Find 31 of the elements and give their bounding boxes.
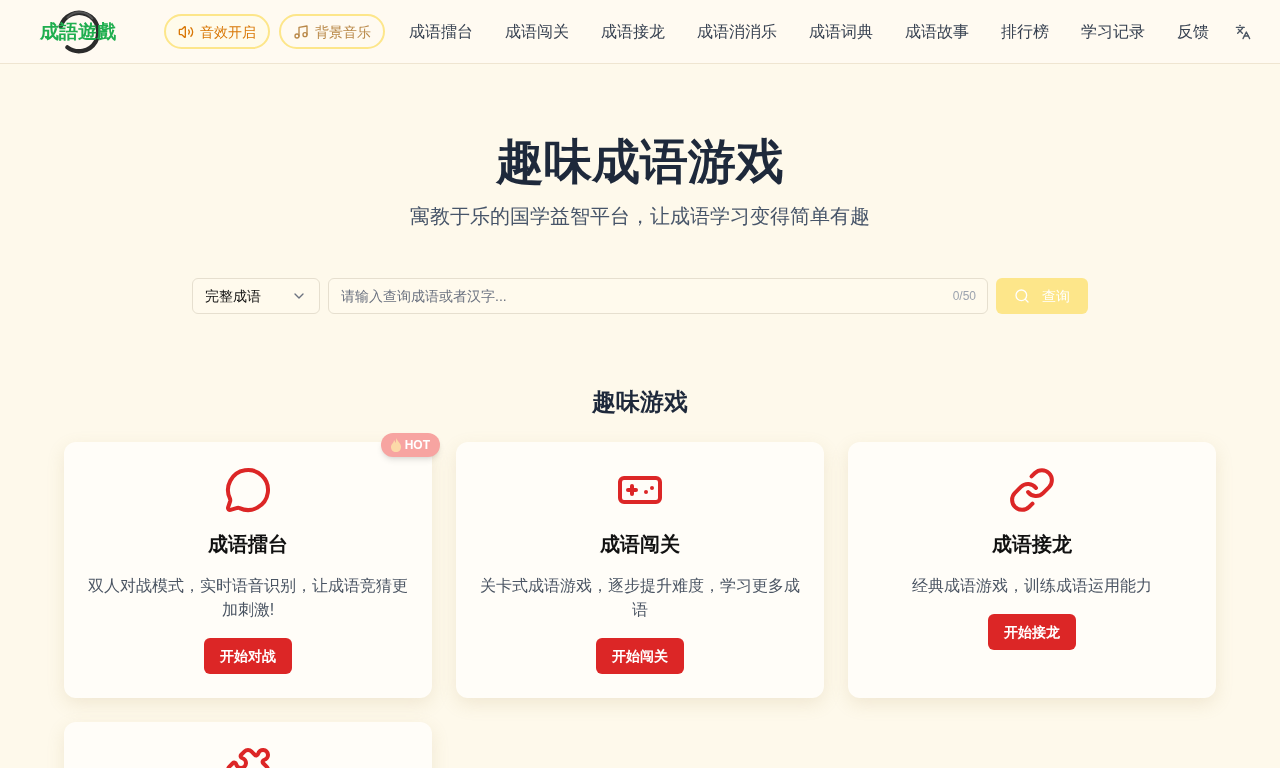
character-counter: 0/50 (952, 288, 976, 304)
section-title: 趣味游戏 (592, 387, 688, 417)
nav-link[interactable]: 成语接龙 (601, 19, 665, 44)
search-mode-select[interactable]: 完整成语 (192, 278, 320, 314)
speech-bubble-icon (224, 466, 272, 514)
page-title: 趣味成语游戏 (496, 138, 784, 186)
chain-link-icon (1008, 466, 1056, 514)
translate-icon[interactable] (1235, 23, 1251, 40)
nav-link[interactable]: 学习记录 (1081, 19, 1145, 44)
nav-link[interactable]: 排行榜 (1001, 19, 1049, 44)
page-subtitle: 寓教于乐的国学益智平台，让成语学习变得简单有趣 (410, 204, 870, 229)
nav-link[interactable]: 成语消消乐 (697, 19, 777, 44)
flame-icon (390, 438, 401, 452)
game-description: 经典成语游戏，训练成语运用能力 (912, 576, 1152, 596)
start-game-button[interactable]: 开始对战 (204, 638, 292, 674)
nav-link[interactable]: 成语故事 (905, 19, 969, 44)
speaker-icon (178, 23, 194, 40)
game-title: 成语接龙 (992, 532, 1072, 557)
search-icon (1014, 288, 1030, 304)
hot-label: HOT (404, 439, 430, 451)
nav-link[interactable]: 成语词典 (809, 19, 873, 44)
nav-link[interactable]: 成语闯关 (505, 19, 569, 44)
nav-link[interactable]: 成语擂台 (409, 19, 473, 44)
game-title: 成语闯关 (600, 532, 680, 557)
game-title: 成语擂台 (208, 532, 288, 557)
game-description: 双人对战模式，实时语音识别，让成语竞猜更加刺激! (88, 576, 408, 620)
music-note-icon (293, 23, 309, 40)
start-game-button[interactable]: 开始闯关 (596, 638, 684, 674)
nav-link[interactable]: 反馈 (1177, 19, 1209, 44)
game-description: 关卡式成语游戏，逐步提升难度，学习更多成语 (480, 576, 800, 620)
start-game-button[interactable]: 开始接龙 (988, 614, 1076, 650)
